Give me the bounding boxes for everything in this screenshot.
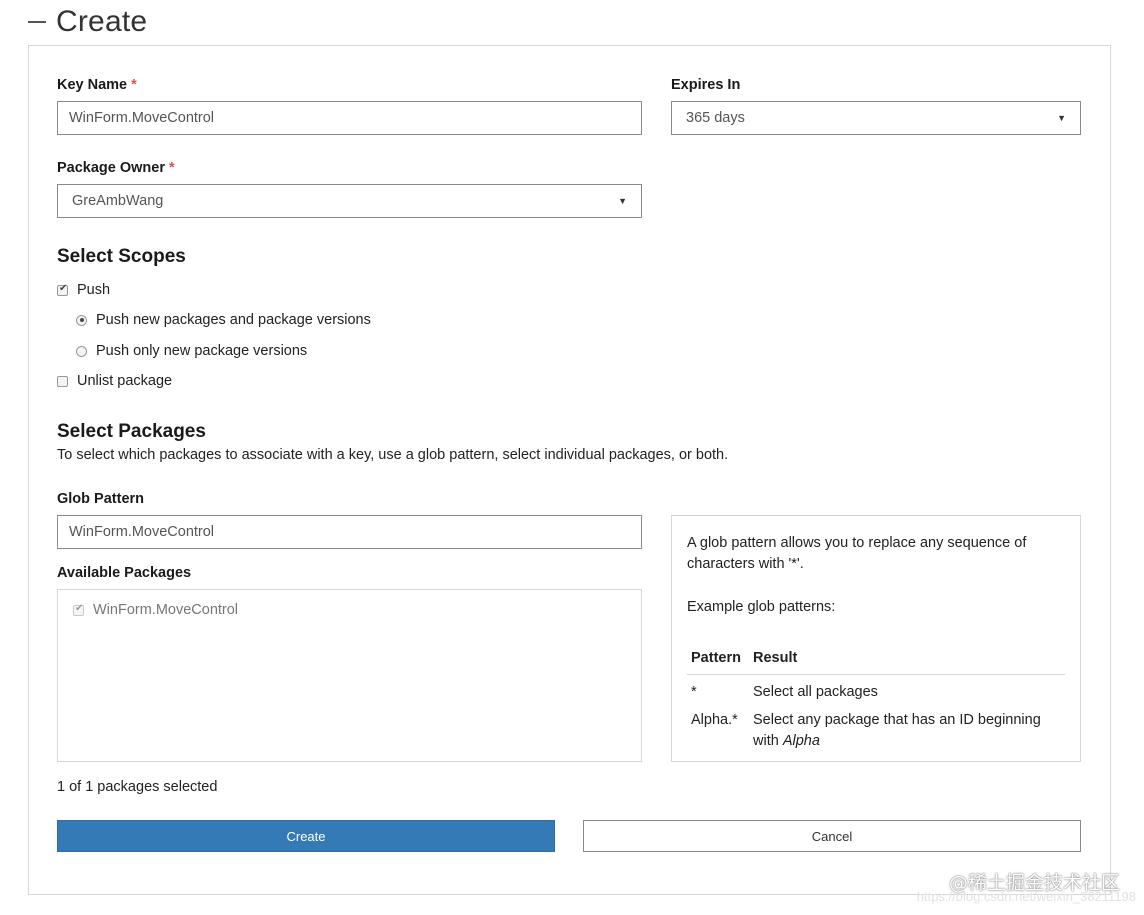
result-cell: Select all packages	[753, 684, 878, 700]
select-packages-description: To select which packages to associate wi…	[57, 447, 729, 463]
push-new-radio[interactable]	[76, 314, 87, 326]
expires-in-select[interactable]: 365 days ▼	[671, 101, 1081, 135]
unlist-label: Unlist package	[77, 373, 173, 389]
glob-examples-table: Pattern Result * Select all packages Alp…	[687, 644, 1065, 752]
push-new-radio-row[interactable]: Push new packages and package versions	[76, 312, 371, 328]
table-row: * Select all packages	[687, 675, 1065, 704]
result-emphasis: Alpha	[782, 733, 820, 749]
key-name-label: Key Name *	[57, 77, 137, 93]
package-name: WinForm.MoveControl	[93, 602, 239, 618]
push-checkbox-row[interactable]: Push	[57, 282, 110, 298]
page-header: Create	[28, 2, 147, 42]
dropdown-caret-icon: ▼	[1057, 113, 1066, 123]
expires-in-value: 365 days	[686, 110, 745, 126]
collapse-icon[interactable]	[28, 21, 46, 23]
push-only-radio-row[interactable]: Push only new package versions	[76, 343, 307, 359]
unlist-checkbox[interactable]	[57, 375, 68, 387]
create-button[interactable]: Create	[57, 820, 555, 852]
page-title: Create	[56, 5, 148, 38]
package-owner-label: Package Owner *	[57, 160, 175, 176]
package-checkbox[interactable]	[73, 603, 84, 616]
glob-help-examples-label: Example glob patterns:	[687, 599, 836, 615]
table-header-pattern: Pattern	[687, 644, 749, 675]
push-only-radio[interactable]	[76, 345, 87, 357]
result-cell: Select any package that has an ID beginn…	[753, 712, 1041, 749]
key-name-value: WinForm.MoveControl	[69, 110, 215, 126]
glob-help-intro: A glob pattern allows you to replace any…	[687, 535, 1027, 572]
watermark-url: https://blog.csdn.net/weixin_38211198	[916, 889, 1136, 904]
glob-pattern-value: WinForm.MoveControl	[69, 524, 215, 540]
available-packages-list[interactable]: WinForm.MoveControl	[57, 589, 642, 762]
select-scopes-heading: Select Scopes	[57, 246, 186, 267]
glob-help-box: A glob pattern allows you to replace any…	[671, 515, 1081, 762]
required-asterisk: *	[169, 160, 175, 176]
package-owner-value: GreAmbWang	[72, 193, 164, 209]
package-owner-select[interactable]: GreAmbWang ▼	[57, 184, 642, 218]
push-checkbox[interactable]	[57, 283, 68, 296]
pattern-cell: Alpha.*	[691, 712, 738, 728]
pattern-cell: *	[691, 684, 697, 700]
push-only-label: Push only new package versions	[96, 343, 308, 359]
create-form-panel	[28, 45, 1111, 895]
key-name-input[interactable]: WinForm.MoveControl	[57, 101, 642, 135]
select-packages-heading: Select Packages	[57, 421, 206, 442]
push-new-label: Push new packages and package versions	[96, 312, 371, 328]
glob-pattern-input[interactable]: WinForm.MoveControl	[57, 515, 642, 549]
required-asterisk: *	[131, 77, 137, 93]
table-header-result: Result	[749, 644, 1065, 675]
list-item[interactable]: WinForm.MoveControl	[73, 602, 238, 618]
dropdown-caret-icon: ▼	[618, 196, 627, 206]
unlist-checkbox-row[interactable]: Unlist package	[57, 373, 172, 389]
expires-in-label: Expires In	[671, 77, 741, 93]
push-label: Push	[77, 282, 111, 298]
table-row: Alpha.* Select any package that has an I…	[687, 703, 1065, 752]
packages-selected-count: 1 of 1 packages selected	[57, 779, 218, 795]
glob-pattern-label: Glob Pattern	[57, 491, 145, 507]
cancel-button[interactable]: Cancel	[583, 820, 1081, 852]
available-packages-label: Available Packages	[57, 565, 192, 581]
